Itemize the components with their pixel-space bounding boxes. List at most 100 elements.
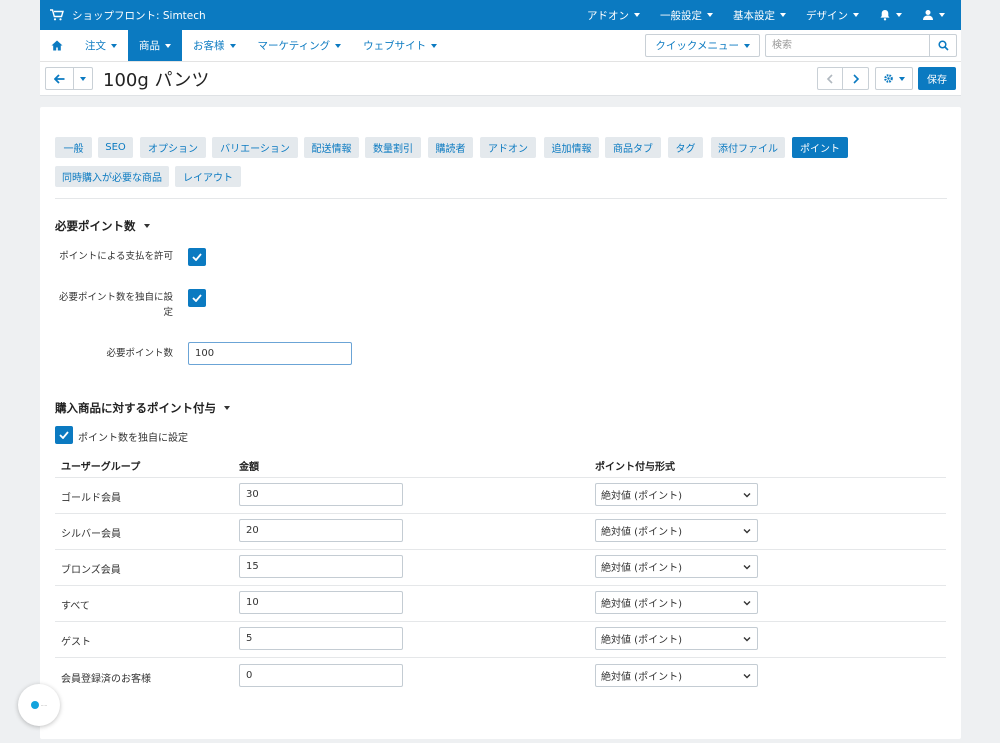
nav-home[interactable] [40,30,74,61]
row-divider [55,621,946,622]
tab-layouts[interactable]: レイアウト [175,166,241,187]
amount-input[interactable] [239,555,403,578]
tab-addons[interactable]: アドオン [480,137,536,158]
override-required-points-checkbox[interactable] [188,289,206,307]
chevron-down-icon [143,224,150,228]
row-divider [55,513,946,514]
amount-input[interactable] [239,591,403,614]
user-icon [923,10,933,20]
amount-input[interactable] [239,483,403,506]
top-bar: ショップフロント: Simtech アドオン 一般設定 基本設定 デザイン [40,0,961,30]
next-product-button[interactable] [843,67,869,90]
row-divider [55,477,946,478]
row-divider [55,549,946,550]
nav-website[interactable]: ウェブサイト [352,30,448,61]
tab-required-products[interactable]: 同時購入が必要な商品 [55,166,169,187]
tab-subscribers[interactable]: 購読者 [428,137,473,158]
tab-attachments[interactable]: 添付ファイル [711,137,785,158]
cart-icon [50,9,64,21]
menu-addons[interactable]: アドオン [577,0,650,30]
tab-shipping[interactable]: 配送情報 [304,137,359,158]
user-group-label: すべて [61,601,90,612]
override-earned-points-checkbox[interactable] [55,426,73,444]
override-required-points-label: 必要ポイント数を独自に設定 [58,292,173,318]
quick-menu-button[interactable]: クイックメニュー [645,34,760,57]
required-points-input[interactable] [188,342,352,365]
reward-type-select[interactable]: 絶対値 (ポイント) [595,627,758,650]
tab-quantity-discounts[interactable]: 数量割引 [365,137,421,158]
tab-options[interactable]: オプション [140,137,206,158]
reward-type-select[interactable]: 絶対値 (ポイント) [595,519,758,542]
reward-type-select[interactable]: 絶対値 (ポイント) [595,591,758,614]
reward-type-select[interactable]: 絶対値 (ポイント) [595,483,758,506]
check-icon [59,431,69,439]
storefront-switcher[interactable]: ショップフロント: Simtech [40,8,206,23]
chevron-down-icon [743,673,751,678]
tab-general[interactable]: 一般 [55,137,92,158]
reward-type-select[interactable]: 絶対値 (ポイント) [595,664,758,687]
amount-input[interactable] [239,519,403,542]
search-icon [937,40,949,51]
gear-icon [884,74,893,83]
tab-product-tabs[interactable]: 商品タブ [605,137,661,158]
reward-type-select[interactable]: 絶対値 (ポイント) [595,555,758,578]
settings-dropdown-button[interactable] [875,67,913,90]
nav-products[interactable]: 商品 [128,30,182,61]
col-header-amount: 金額 [239,462,259,473]
col-header-reward-type: ポイント付与形式 [595,462,675,473]
back-button[interactable] [45,67,74,90]
user-group-label: ゴールド会員 [61,493,121,504]
amount-input[interactable] [239,627,403,650]
title-bar: 100g パンツ 保存 [40,62,961,96]
required-points-label: 必要ポイント数 [106,348,173,359]
allow-pay-label: ポイントによる支払を許可 [59,251,173,262]
badge-text: ····· [40,702,48,708]
tabs-divider [55,198,947,199]
allow-pay-checkbox[interactable] [188,248,206,266]
chevron-down-icon [743,492,751,497]
user-group-label: ゲスト [61,637,91,648]
chevron-left-icon [826,73,833,84]
home-icon [51,40,63,51]
tab-seo[interactable]: SEO [98,137,133,158]
notifications-button[interactable] [869,0,912,30]
row-divider [55,585,946,586]
user-menu-button[interactable] [912,0,955,30]
check-icon [192,253,202,261]
demo-store-badge[interactable]: ····· [18,684,60,726]
chevron-down-icon [743,636,751,641]
chevron-down-icon [743,600,751,605]
product-editor: 一般 SEO オプション バリエーション 配送情報 数量割引 購読者 アドオン … [40,107,961,739]
user-group-label: ブロンズ会員 [61,565,121,576]
menu-basic-settings[interactable]: 基本設定 [723,0,796,30]
chevron-down-icon [224,406,230,410]
section-title-required-points[interactable]: 必要ポイント数 [55,218,150,234]
save-button[interactable]: 保存 [918,67,956,90]
tab-reward-points[interactable]: ポイント [792,137,848,158]
main-nav: 注文 商品 お客様 マーケティング ウェブサイト クイックメニュー [40,30,961,62]
section-title-earned-points[interactable]: 購入商品に対するポイント付与 [55,400,230,416]
override-earned-points-label: ポイント数を独自に設定 [78,433,188,444]
user-group-label: シルバー会員 [61,529,121,540]
back-dropdown-button[interactable] [74,67,93,90]
chevron-down-icon [743,564,751,569]
tab-variations[interactable]: バリエーション [212,137,298,158]
menu-design[interactable]: デザイン [796,0,869,30]
tab-tags[interactable]: タグ [668,137,703,158]
user-group-label: 会員登録済のお客様 [61,674,151,685]
search-button[interactable] [929,34,957,57]
logo-icon [30,701,39,709]
amount-input[interactable] [239,664,403,687]
row-divider [55,657,946,658]
arrow-left-icon [54,73,65,84]
bell-icon [880,10,890,21]
storefront-label: ショップフロント: Simtech [72,9,206,22]
nav-customers[interactable]: お客様 [182,30,247,61]
menu-general-settings[interactable]: 一般設定 [650,0,723,30]
nav-orders[interactable]: 注文 [74,30,128,61]
nav-marketing[interactable]: マーケティング [247,30,353,61]
check-icon [192,294,202,302]
tab-additional-info[interactable]: 追加情報 [544,137,599,158]
prev-product-button[interactable] [817,67,843,90]
search-input[interactable] [765,34,929,57]
